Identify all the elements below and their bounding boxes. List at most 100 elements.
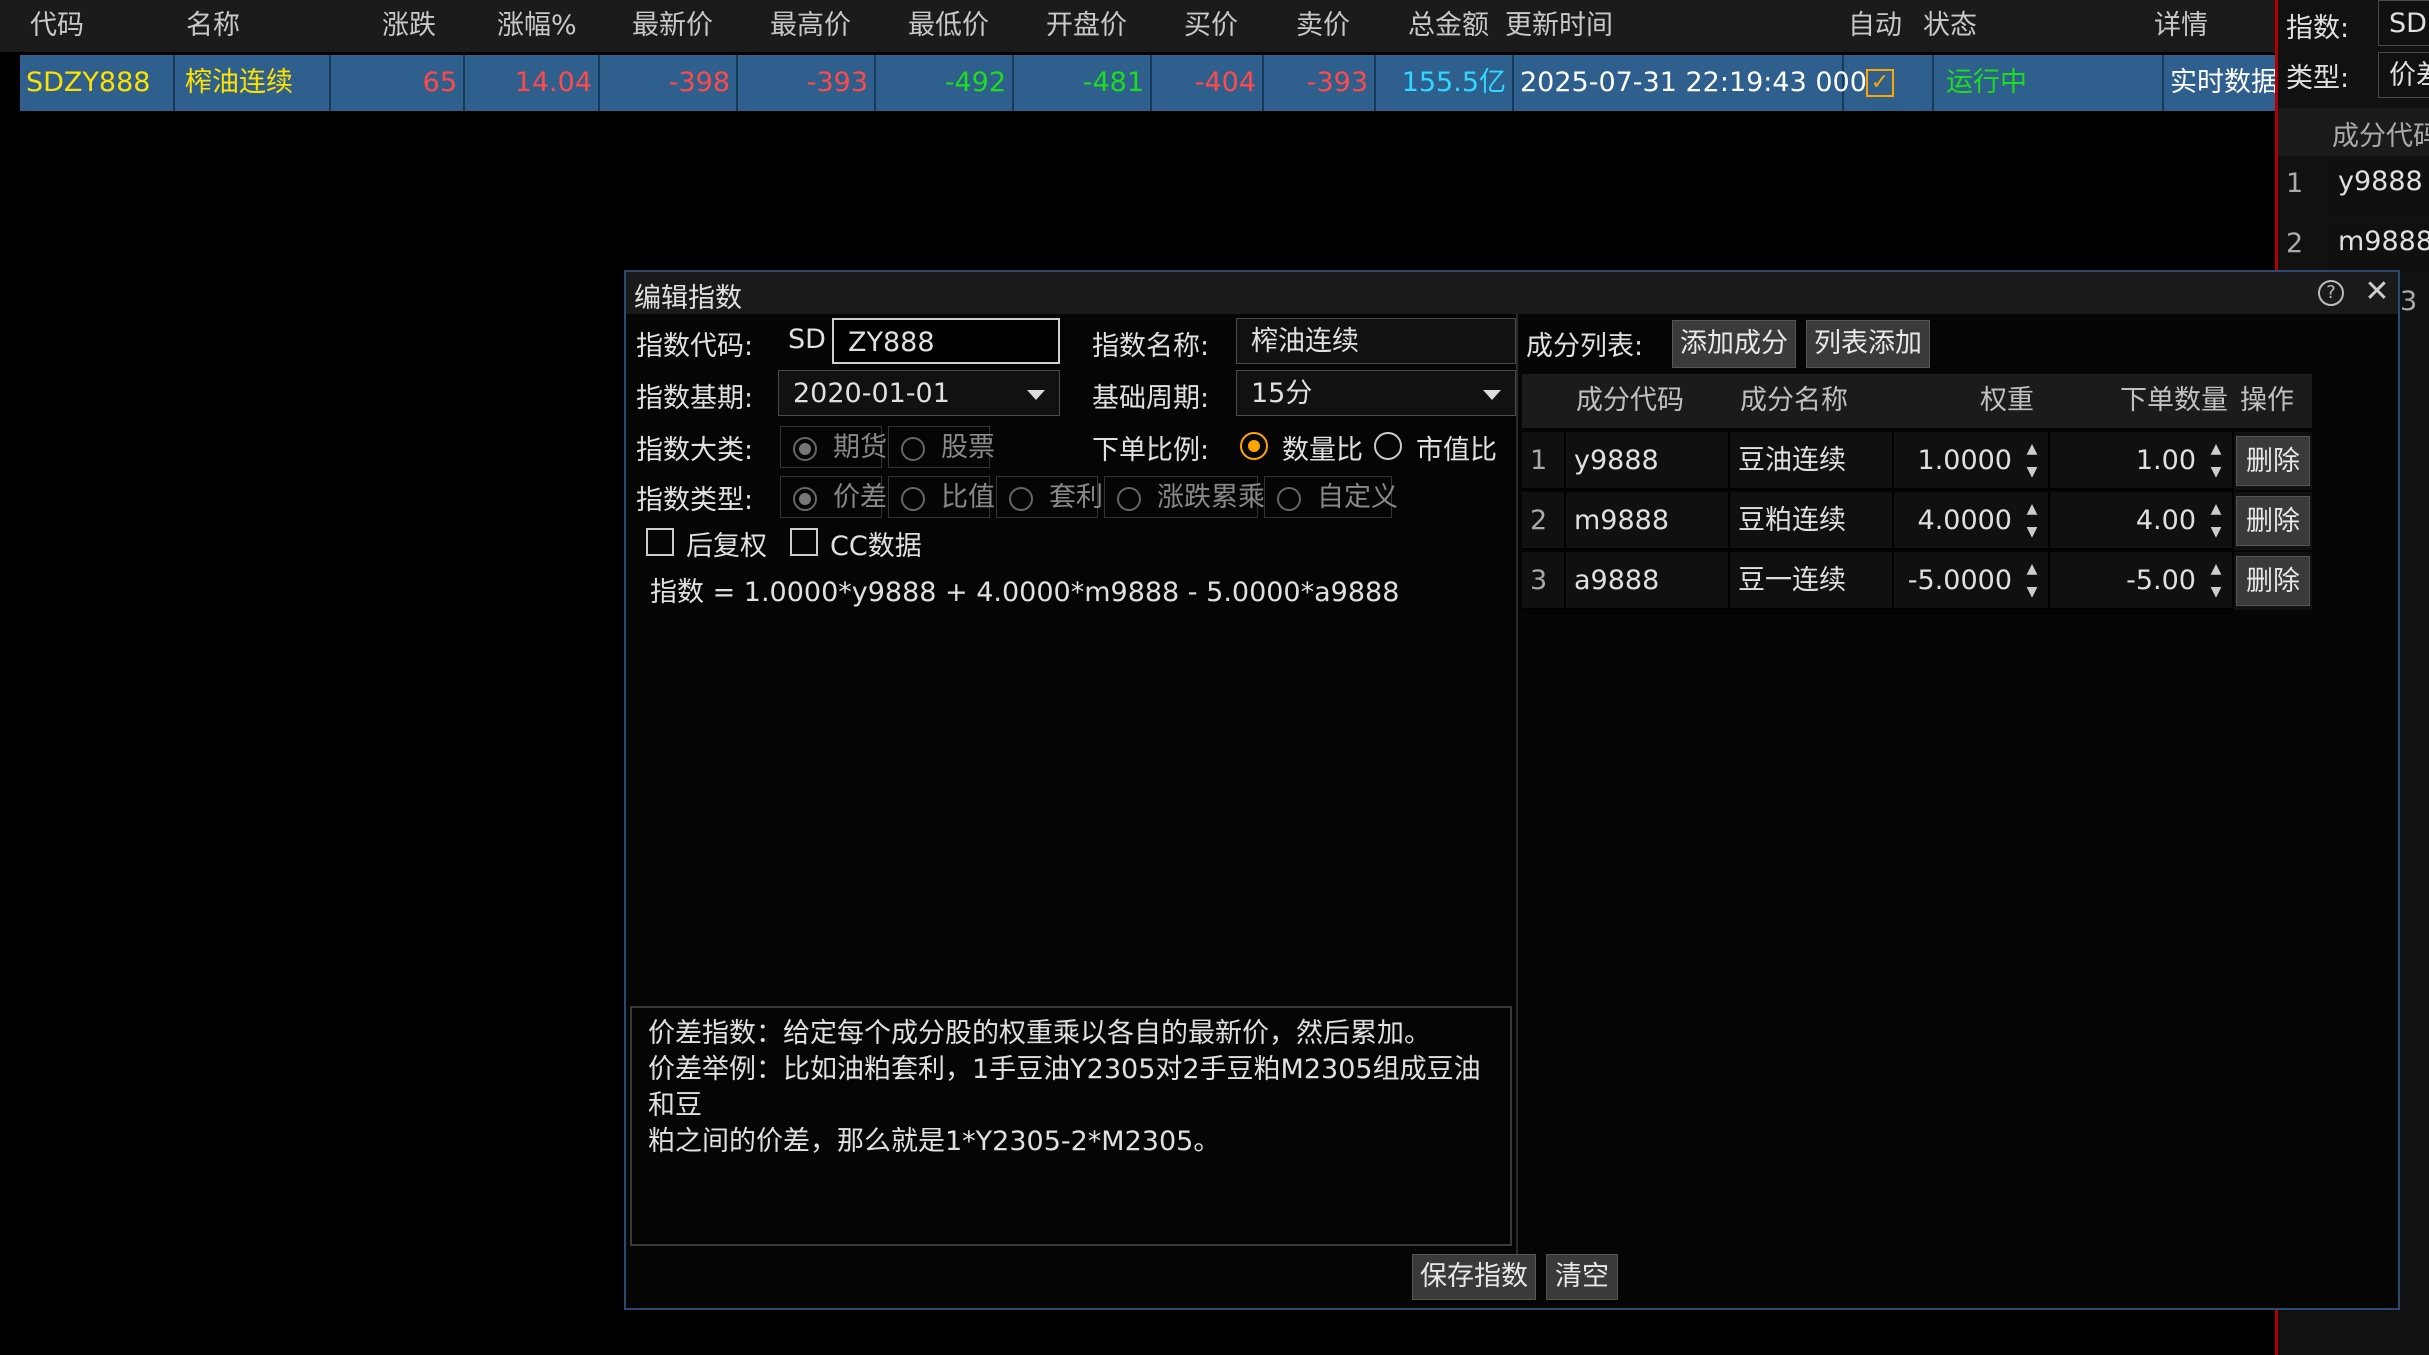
column-divider [1516,314,1518,1276]
order-ratio-radio-qty[interactable] [1240,432,1268,460]
type-option-cumulative[interactable]: 涨跌累乘 [1104,476,1265,518]
component-code[interactable]: y9888 [1566,432,1730,490]
quote-change: 65 [331,55,465,111]
adj-checkbox[interactable] [646,528,674,556]
component-qty-spinbox[interactable]: 4.00 ▲ ▼ [2050,492,2234,550]
type-option-spread[interactable]: 价差 [780,476,887,518]
base-period-label: 基础周期: [1092,383,1210,414]
side-type-select[interactable]: 价差 [2378,52,2429,98]
radio-icon [901,487,925,511]
spin-arrows-icon[interactable]: ▲ ▼ [2208,558,2224,604]
side-type-label: 类型: [2286,63,2350,94]
component-weight-spinbox[interactable]: 4.0000 ▲ ▼ [1894,492,2050,550]
component-qty-spinbox[interactable]: -5.00 ▲ ▼ [2050,552,2234,610]
comp-col-name[interactable]: 成分名称 [1740,374,1848,428]
order-ratio-radio-mkt[interactable] [1374,432,1402,460]
delete-button[interactable]: 删除 [2236,556,2310,606]
category-label: 指数大类: [636,435,754,466]
quote-ask: -393 [1264,55,1376,111]
col-header-auto[interactable]: 自动 [1848,0,1902,52]
comp-col-weight[interactable]: 权重 [1980,374,2034,428]
quote-bid: -404 [1152,55,1264,111]
order-ratio-mkt-label: 市值比 [1416,435,1497,466]
col-header-last[interactable]: 最新价 [632,0,713,52]
component-row[interactable]: 3 a9888 豆一连续 -5.0000 ▲ ▼ -5.00 ▲ ▼ 删除 [1522,552,2312,610]
dialog-titlebar[interactable]: 编辑指数 ? ✕ [626,272,2398,314]
description-line: 粕之间的价差，那么就是1*Y2305-2*M2305。 [648,1126,1221,1157]
component-code[interactable]: a9888 [1566,552,1730,610]
base-period-select[interactable]: 15分 [1236,370,1516,416]
col-header-name[interactable]: 名称 [186,0,240,52]
index-name-input[interactable]: 榨油连续 [1236,318,1516,364]
auto-checkbox[interactable]: ✓ [1866,69,1894,97]
base-date-label: 指数基期: [636,383,754,414]
col-header-low[interactable]: 最低价 [908,0,989,52]
side-row-code[interactable]: y9888 [2328,160,2429,216]
col-header-amount[interactable]: 总金额 [1408,0,1489,52]
quote-detail[interactable]: 实时数据： [2164,55,2275,111]
index-name-label: 指数名称: [1092,331,1210,362]
col-header-change[interactable]: 涨跌 [382,0,436,52]
spin-arrows-icon[interactable]: ▲ ▼ [2024,558,2040,604]
radio-icon [901,437,925,461]
component-weight-spinbox[interactable]: -5.0000 ▲ ▼ [1894,552,2050,610]
category-option-stocks[interactable]: 股票 [888,426,995,468]
side-list-header-code: 成分代码 [2332,121,2429,152]
type-option-arbitrage[interactable]: 套利 [996,476,1103,518]
component-row[interactable]: 2 m9888 豆粕连续 4.0000 ▲ ▼ 4.00 ▲ ▼ 删除 [1522,492,2312,550]
col-header-status[interactable]: 状态 [1923,0,1977,52]
cc-checkbox[interactable] [790,528,818,556]
save-index-button[interactable]: 保存指数 [1412,1254,1536,1300]
spin-arrows-icon[interactable]: ▲ ▼ [2208,438,2224,484]
col-header-detail[interactable]: 详情 [2154,0,2208,52]
components-table-header: 成分代码 成分名称 权重 下单数量 操作 [1522,374,2312,428]
close-icon[interactable]: ✕ [2362,272,2392,312]
side-row-num: 2 [2286,228,2304,259]
chevron-down-icon [1027,390,1045,400]
comp-col-code[interactable]: 成分代码 [1576,374,1684,428]
component-code[interactable]: m9888 [1566,492,1730,550]
quote-open: -481 [1014,55,1152,111]
col-header-open[interactable]: 开盘价 [1046,0,1127,52]
comp-col-qty[interactable]: 下单数量 [2120,374,2228,428]
quote-row[interactable]: SDZY888 榨油连续 65 14.04 -398 -393 -492 -48… [20,55,2275,111]
clear-button[interactable]: 清空 [1546,1254,1618,1300]
delete-button[interactable]: 删除 [2236,496,2310,546]
type-option-ratio[interactable]: 比值 [888,476,995,518]
side-index-input[interactable]: SD [2378,0,2429,46]
spin-arrows-icon[interactable]: ▲ ▼ [2024,498,2040,544]
col-header-ask[interactable]: 卖价 [1296,0,1350,52]
type-description-box: 价差指数：给定每个成分股的权重乘以各自的最新价，然后累加。 价差举例：比如油粕套… [630,1006,1512,1246]
category-option-futures[interactable]: 期货 [780,426,887,468]
col-header-bid[interactable]: 买价 [1184,0,1238,52]
component-name: 豆一连续 [1730,552,1894,610]
type-option-custom[interactable]: 自定义 [1264,476,1398,518]
comp-col-action[interactable]: 操作 [2240,374,2294,428]
list-add-button[interactable]: 列表添加 [1806,320,1930,368]
base-date-select[interactable]: 2020-01-01 [778,370,1060,416]
add-component-button[interactable]: 添加成分 [1672,320,1796,368]
chevron-down-icon [1483,390,1501,400]
col-header-high[interactable]: 最高价 [770,0,851,52]
component-weight-spinbox[interactable]: 1.0000 ▲ ▼ [1894,432,2050,490]
component-qty-spinbox[interactable]: 1.00 ▲ ▼ [2050,432,2234,490]
quote-low: -492 [876,55,1014,111]
col-header-update-time[interactable]: 更新时间 [1505,0,1613,52]
type-option-label: 套利 [1049,482,1103,513]
quote-code: SDZY888 [20,55,175,111]
delete-button[interactable]: 删除 [2236,436,2310,486]
side-row-code[interactable]: m9888 [2328,220,2429,276]
component-row[interactable]: 1 y9888 豆油连续 1.0000 ▲ ▼ 1.00 ▲ ▼ 删除 [1522,432,2312,490]
type-option-label: 自定义 [1317,482,1398,513]
col-header-code[interactable]: 代码 [30,0,84,52]
type-option-label: 涨跌累乘 [1157,482,1265,513]
quote-auto-cell: ✓ [1844,55,1934,111]
help-icon[interactable]: ? [2318,280,2344,306]
category-option-label: 期货 [833,432,887,463]
component-weight: 4.0000 [1917,505,2012,536]
index-code-input[interactable]: ZY888 [832,318,1060,364]
col-header-change-pct[interactable]: 涨幅% [497,0,577,52]
spin-arrows-icon[interactable]: ▲ ▼ [2208,498,2224,544]
spin-arrows-icon[interactable]: ▲ ▼ [2024,438,2040,484]
radio-icon [793,487,817,511]
